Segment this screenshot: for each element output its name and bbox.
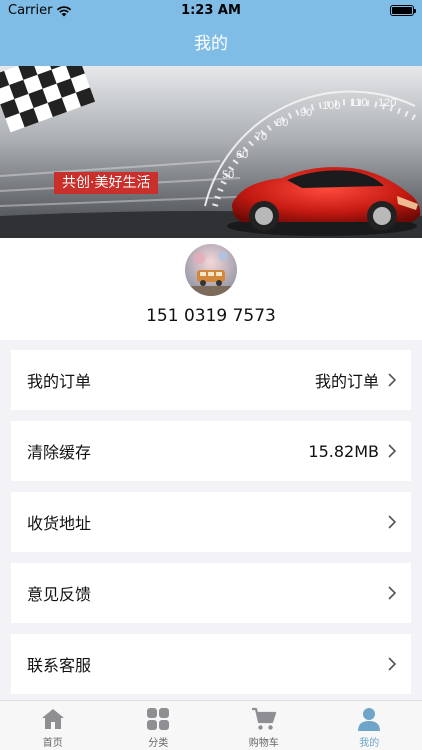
category-icon	[147, 708, 170, 730]
banner-artwork: 5060 70 80 90 100 110 120	[0, 66, 422, 238]
tab-cart[interactable]: 购物车	[211, 701, 317, 750]
user-phone: 151 0319 7573	[146, 306, 276, 326]
menu-label: 意见反馈	[27, 585, 92, 604]
chevron-right-icon	[388, 373, 397, 387]
menu-label: 收货地址	[27, 514, 92, 533]
profile-icon	[358, 708, 381, 731]
tab-home[interactable]: 首页	[0, 701, 106, 750]
tab-category[interactable]: 分类	[106, 701, 212, 750]
page-title: 我的	[194, 34, 228, 54]
tab-profile[interactable]: 我的	[317, 701, 422, 750]
chevron-right-icon	[388, 515, 397, 529]
svg-text:80: 80	[276, 117, 288, 129]
svg-text:100: 100	[322, 100, 340, 112]
svg-text:60: 60	[236, 149, 248, 161]
menu-value: 15.82MB	[308, 441, 379, 461]
nav-bar: 我的	[0, 22, 422, 66]
menu-label: 清除缓存	[27, 443, 92, 462]
menu-label: 我的订单	[27, 372, 92, 391]
menu-value: 我的订单	[314, 372, 379, 391]
tab-bar: 首页 分类 购物车 我的	[0, 700, 422, 750]
banner-slogan: 共创·美好生活	[54, 172, 159, 194]
chevron-right-icon	[388, 444, 397, 458]
tab-label: 我的	[359, 738, 380, 749]
banner-image: 50 60 70 80 90 100 110 120 共创·美好生活	[0, 66, 422, 238]
avatar[interactable]	[185, 244, 237, 296]
status-bar: Carrier 1:23 AM	[0, 0, 422, 22]
svg-text:120: 120	[378, 97, 396, 109]
menu-feedback[interactable]: 意见反馈	[11, 563, 411, 623]
chevron-right-icon	[388, 586, 397, 600]
menu-label: 联系客服	[27, 656, 92, 675]
menu-shipping-address[interactable]: 收货地址	[11, 492, 411, 552]
tab-label: 分类	[148, 738, 169, 749]
tab-label: 首页	[42, 738, 63, 749]
cart-icon	[251, 707, 276, 730]
battery-icon	[390, 5, 416, 16]
svg-text:110: 110	[350, 97, 368, 109]
clock: 1:23 AM	[181, 3, 241, 18]
chevron-right-icon	[388, 657, 397, 671]
svg-text:70: 70	[255, 131, 267, 143]
menu-clear-cache[interactable]: 清除缓存 15.82MB	[11, 421, 411, 481]
svg-text:90: 90	[300, 107, 312, 119]
profile-section: 151 0319 7573	[0, 238, 422, 340]
svg-text:50: 50	[222, 169, 234, 181]
menu-customer-service[interactable]: 联系客服	[11, 634, 411, 694]
menu-my-orders[interactable]: 我的订单 我的订单	[11, 350, 411, 410]
home-icon	[41, 709, 64, 729]
avatar-image	[185, 244, 237, 296]
tab-label: 购物车	[248, 738, 279, 749]
